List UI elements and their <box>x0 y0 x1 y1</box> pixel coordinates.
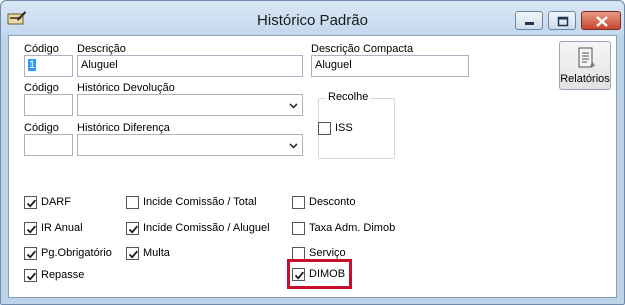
checkbox-box <box>292 268 305 281</box>
ir-anual-label: IR Anual <box>41 222 83 234</box>
pg-obrigatorio-label: Pg.Obrigatório <box>41 247 112 259</box>
close-icon <box>596 16 608 27</box>
servico-label: Serviço <box>309 247 346 259</box>
codigo-diferenca-input[interactable] <box>24 134 73 156</box>
chevron-down-icon <box>289 103 298 109</box>
pg-obrigatorio-checkbox[interactable]: Pg.Obrigatório <box>24 246 119 262</box>
desconto-checkbox[interactable]: Desconto <box>292 195 392 211</box>
descricao-compacta-input[interactable]: Aluguel <box>311 55 469 77</box>
descricao-compacta-label: Descrição Compacta <box>311 43 414 55</box>
checkmark-icon <box>26 250 36 259</box>
minimize-button[interactable] <box>515 11 543 30</box>
checkmark-icon <box>128 225 138 234</box>
historico-diferenca-label: Histórico Diferença <box>77 122 170 134</box>
title-bar[interactable]: Histórico Padrão <box>1 1 624 35</box>
checkmark-icon <box>26 272 36 281</box>
incide-comissao-total-checkbox[interactable]: Incide Comissão / Total <box>126 195 276 211</box>
checkbox-box <box>126 196 139 209</box>
form-area: Código 1 Descrição Aluguel Descrição Com… <box>8 35 617 298</box>
minimize-icon <box>525 22 534 25</box>
repasse-label: Repasse <box>41 269 85 281</box>
historico-devolucao-label: Histórico Devolução <box>77 82 175 94</box>
darf-label: DARF <box>41 196 71 208</box>
ir-anual-checkbox[interactable]: IR Anual <box>24 221 114 237</box>
desconto-label: Desconto <box>309 196 356 208</box>
checkbox-box <box>126 247 139 260</box>
checkbox-box <box>24 196 37 209</box>
checkmark-icon <box>294 271 304 280</box>
checkbox-box <box>292 222 305 235</box>
window: Histórico Padrão Código 1 Descrição Alug… <box>0 0 625 305</box>
historico-diferenca-select[interactable] <box>77 134 303 156</box>
maximize-button[interactable] <box>548 11 576 30</box>
close-button[interactable] <box>581 11 621 30</box>
historico-devolucao-select[interactable] <box>77 94 303 116</box>
multa-checkbox[interactable]: Multa <box>126 246 206 262</box>
descricao-label: Descrição <box>77 43 126 55</box>
relatorios-button[interactable]: Relatórios <box>559 41 611 90</box>
checkbox-box <box>318 122 331 135</box>
dimob-label: DIMOB <box>309 268 346 280</box>
incide-comissao-aluguel-label: Incide Comissão / Aluguel <box>143 222 270 234</box>
checkbox-box <box>24 247 37 260</box>
maximize-icon <box>557 16 569 27</box>
taxa-adm-dimob-label: Taxa Adm. Dimob <box>309 222 396 234</box>
iss-checkbox[interactable]: ISS <box>318 121 368 137</box>
multa-label: Multa <box>143 247 170 259</box>
iss-label: ISS <box>335 122 353 134</box>
darf-checkbox[interactable]: DARF <box>24 195 114 211</box>
codigo-devolucao-label: Código <box>24 82 59 94</box>
incide-comissao-total-label: Incide Comissão / Total <box>143 196 257 208</box>
repasse-checkbox[interactable]: Repasse <box>24 268 114 284</box>
dimob-checkbox[interactable]: DIMOB <box>292 267 352 283</box>
codigo-label: Código <box>24 43 59 55</box>
checkbox-box <box>126 222 139 235</box>
checkmark-icon <box>26 225 36 234</box>
checkbox-box <box>24 222 37 235</box>
taxa-adm-dimob-checkbox[interactable]: Taxa Adm. Dimob <box>292 221 412 237</box>
relatorios-label: Relatórios <box>560 73 610 85</box>
codigo-diferenca-label: Código <box>24 122 59 134</box>
checkmark-icon <box>26 199 36 208</box>
descricao-input[interactable]: Aluguel <box>77 55 303 77</box>
chevron-down-icon <box>289 143 298 149</box>
checkbox-box <box>24 269 37 282</box>
codigo-input[interactable]: 1 <box>24 55 73 77</box>
checkbox-box <box>292 196 305 209</box>
incide-comissao-aluguel-checkbox[interactable]: Incide Comissão / Aluguel <box>126 221 286 237</box>
codigo-devolucao-input[interactable] <box>24 94 73 116</box>
report-icon <box>578 47 595 68</box>
checkmark-icon <box>128 250 138 259</box>
recolhe-title: Recolhe <box>326 91 371 103</box>
